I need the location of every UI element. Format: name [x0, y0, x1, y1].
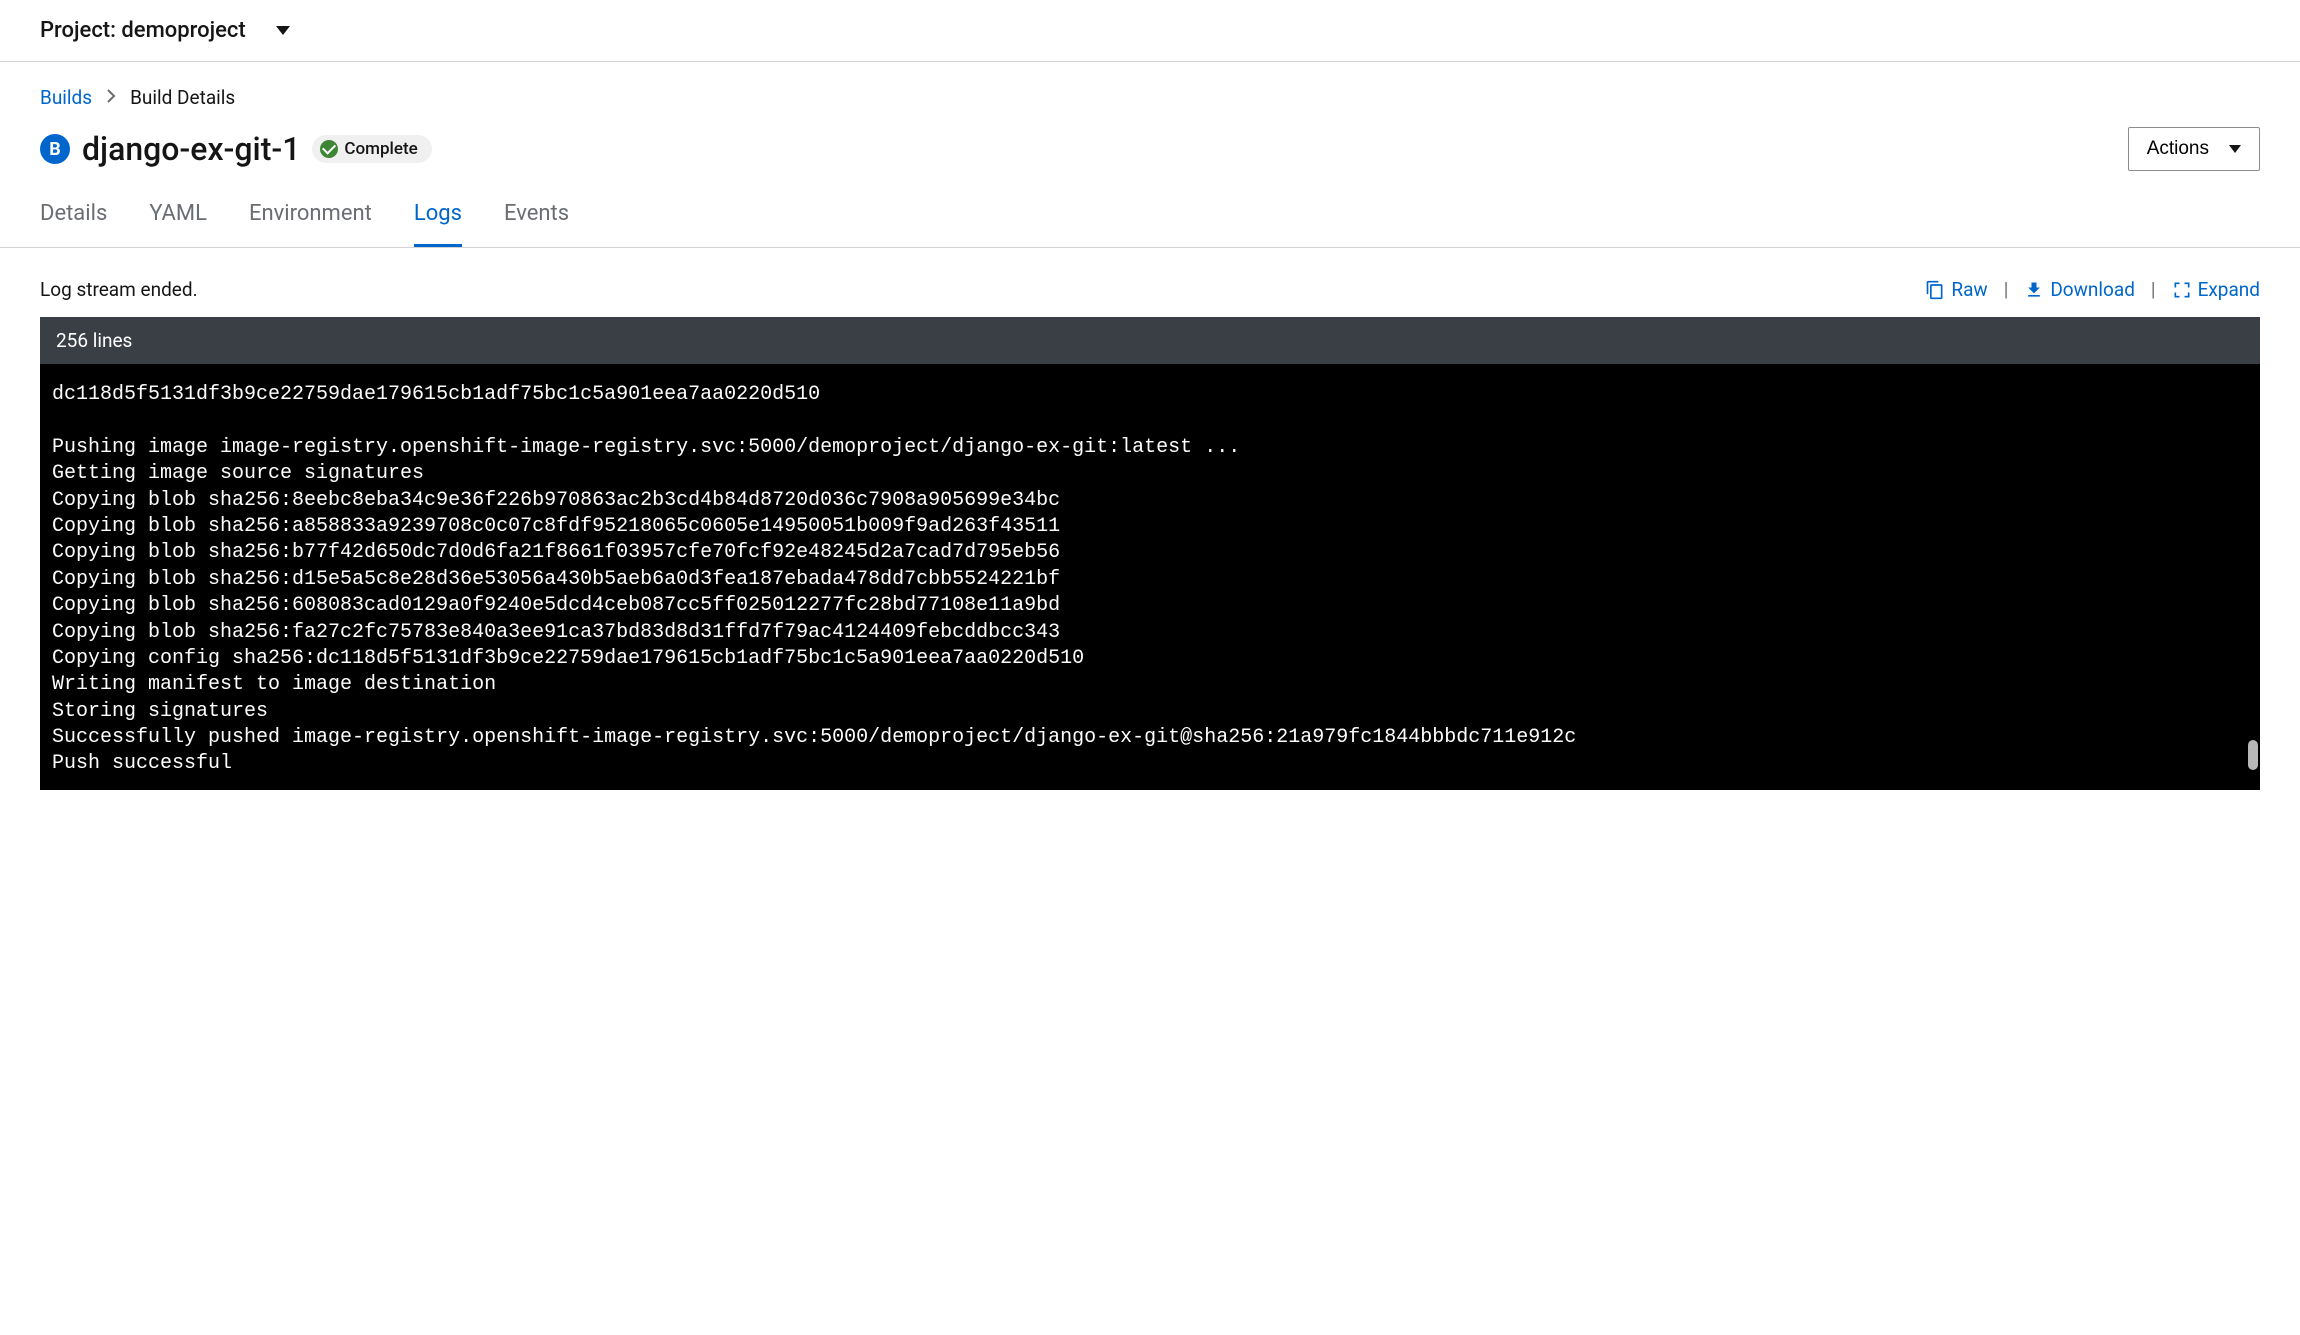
- copy-icon: [1925, 280, 1945, 300]
- breadcrumb-current: Build Details: [130, 86, 235, 109]
- tab-environment[interactable]: Environment: [249, 193, 372, 247]
- separator: |: [2151, 278, 2156, 301]
- actions-button[interactable]: Actions: [2128, 127, 2260, 171]
- chevron-down-icon[interactable]: [276, 26, 290, 35]
- expand-label: Expand: [2198, 278, 2260, 301]
- expand-icon: [2172, 280, 2192, 300]
- download-label: Download: [2050, 278, 2135, 301]
- check-circle-icon: [320, 140, 338, 158]
- log-output[interactable]: dc118d5f5131df3b9ce22759dae179615cb1adf7…: [40, 364, 2260, 790]
- expand-link[interactable]: Expand: [2172, 278, 2260, 301]
- project-bar: Project: demoproject: [0, 0, 2300, 62]
- status-label: Complete: [344, 139, 417, 159]
- log-top: Log stream ended. Raw | Download | Expan…: [40, 278, 2260, 301]
- vertical-scrollbar-thumb[interactable]: [2248, 740, 2258, 770]
- status-badge: Complete: [312, 135, 431, 163]
- tabs: Details YAML Environment Logs Events: [40, 193, 2260, 247]
- build-icon: B: [40, 134, 70, 164]
- breadcrumb: Builds Build Details: [40, 86, 2260, 109]
- title-row: B django-ex-git-1 Complete Actions: [40, 127, 2260, 171]
- tab-events[interactable]: Events: [504, 193, 569, 247]
- log-status-text: Log stream ended.: [40, 278, 198, 301]
- raw-link[interactable]: Raw: [1925, 278, 1987, 301]
- title-left: B django-ex-git-1 Complete: [40, 130, 432, 168]
- log-area: Log stream ended. Raw | Download | Expan…: [0, 248, 2300, 800]
- download-link[interactable]: Download: [2024, 278, 2135, 301]
- project-selector[interactable]: Project: demoproject: [40, 18, 246, 43]
- breadcrumb-root[interactable]: Builds: [40, 86, 92, 109]
- raw-label: Raw: [1951, 278, 1987, 301]
- log-line-count: 256 lines: [40, 317, 2260, 364]
- header-area: Builds Build Details B django-ex-git-1 C…: [0, 62, 2300, 248]
- actions-label: Actions: [2147, 138, 2209, 160]
- chevron-right-icon: [106, 89, 116, 107]
- download-icon: [2024, 280, 2044, 300]
- log-body-wrap: dc118d5f5131df3b9ce22759dae179615cb1adf7…: [40, 364, 2260, 790]
- tab-logs[interactable]: Logs: [414, 193, 462, 247]
- chevron-down-icon: [2229, 145, 2241, 153]
- log-actions: Raw | Download | Expand: [1925, 278, 2260, 301]
- separator: |: [2004, 278, 2009, 301]
- page-title: django-ex-git-1: [82, 130, 300, 168]
- tab-yaml[interactable]: YAML: [149, 193, 207, 247]
- tab-details[interactable]: Details: [40, 193, 107, 247]
